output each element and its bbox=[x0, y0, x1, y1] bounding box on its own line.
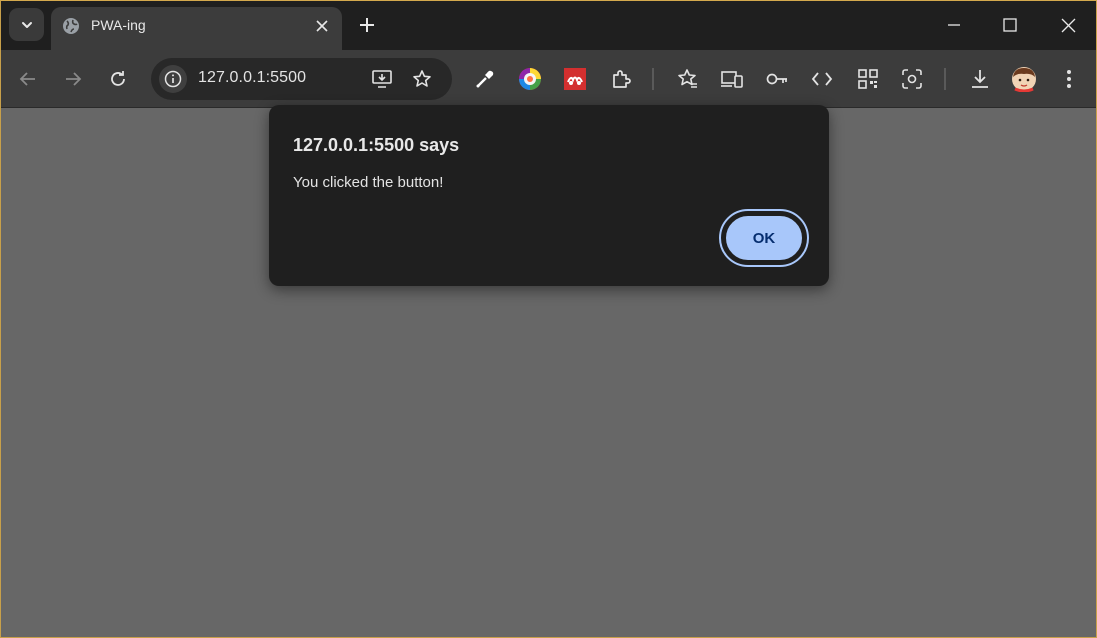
forward-icon bbox=[66, 72, 82, 86]
address-bar[interactable]: 127.0.0.1:5500 bbox=[151, 58, 452, 100]
new-tab-button[interactable] bbox=[354, 12, 380, 38]
lens-icon[interactable] bbox=[896, 63, 928, 95]
dialog-message: You clicked the button! bbox=[293, 174, 444, 191]
toolbar-separator bbox=[944, 68, 946, 90]
plus-icon bbox=[360, 18, 374, 32]
alert-dialog: 127.0.0.1:5500 says You clicked the butt… bbox=[269, 105, 829, 286]
reload-icon bbox=[111, 71, 125, 86]
chevron-down-icon bbox=[21, 21, 32, 28]
browser-toolbar: 127.0.0.1:5500 bbox=[0, 50, 1097, 108]
mendeley-icon[interactable] bbox=[559, 63, 591, 95]
device-toolbar-icon[interactable] bbox=[716, 63, 748, 95]
download-icon[interactable] bbox=[964, 63, 996, 95]
back-button[interactable] bbox=[12, 63, 44, 95]
maximize-icon bbox=[1003, 18, 1017, 32]
reading-list-icon[interactable] bbox=[671, 63, 703, 95]
maximize-button[interactable] bbox=[990, 8, 1030, 42]
tab-active[interactable]: PWA-ing bbox=[51, 7, 342, 50]
toolbar-separator bbox=[652, 68, 654, 90]
back-icon bbox=[19, 72, 35, 86]
eyedropper-icon[interactable] bbox=[469, 63, 501, 95]
ok-button[interactable]: OK bbox=[724, 214, 804, 262]
install-app-icon[interactable] bbox=[366, 63, 398, 95]
qr-code-icon[interactable] bbox=[852, 63, 884, 95]
dialog-heading: 127.0.0.1:5500 says bbox=[293, 135, 460, 155]
minimize-icon bbox=[948, 24, 960, 26]
tab-title: PWA-ing bbox=[91, 17, 146, 33]
close-icon bbox=[1061, 18, 1075, 32]
globe-icon bbox=[63, 18, 79, 34]
site-info-icon[interactable] bbox=[159, 65, 187, 93]
tab-search-button[interactable] bbox=[9, 8, 44, 41]
bookmark-star-icon[interactable] bbox=[406, 63, 438, 95]
code-icon[interactable] bbox=[806, 63, 838, 95]
extensions-icon[interactable] bbox=[605, 63, 637, 95]
menu-icon[interactable] bbox=[1053, 63, 1085, 95]
reload-button[interactable] bbox=[102, 63, 134, 95]
profile-avatar[interactable] bbox=[1008, 63, 1040, 95]
tab-strip: PWA-ing bbox=[0, 0, 1097, 50]
forward-button[interactable] bbox=[57, 63, 89, 95]
close-tab-icon[interactable] bbox=[312, 16, 332, 36]
password-key-icon[interactable] bbox=[761, 63, 793, 95]
minimize-button[interactable] bbox=[934, 8, 974, 42]
color-wheel-icon[interactable] bbox=[514, 63, 546, 95]
close-window-button[interactable] bbox=[1048, 8, 1088, 42]
url-text[interactable]: 127.0.0.1:5500 bbox=[198, 69, 306, 87]
